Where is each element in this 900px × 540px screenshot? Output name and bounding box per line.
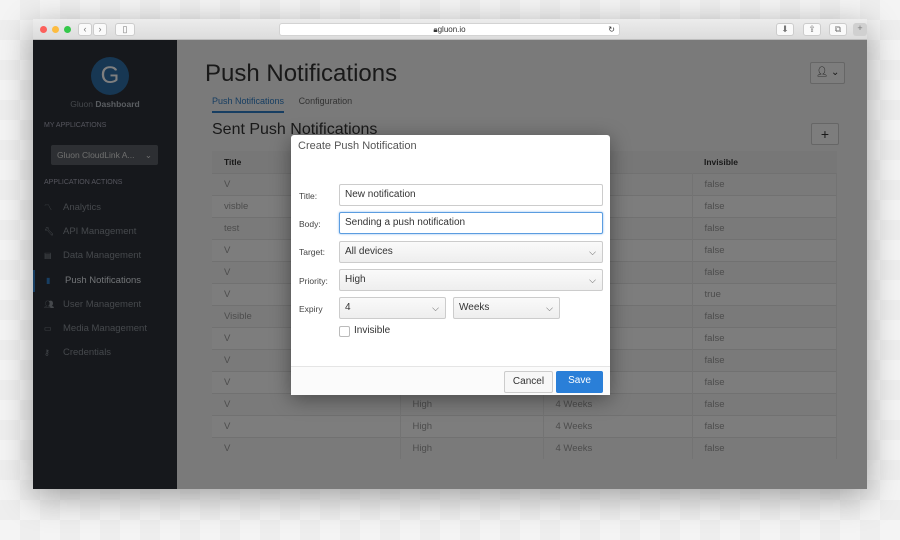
expiry-unit-select[interactable]: Weeks ⌵ xyxy=(453,297,560,319)
minimize-window-button[interactable] xyxy=(52,26,59,33)
cancel-button[interactable]: Cancel xyxy=(504,371,553,393)
expiry-amount-select[interactable]: 4 ⌵ xyxy=(339,297,446,319)
address-bar[interactable]: 🔒︎gluon.io ↻ xyxy=(279,23,620,36)
chevron-down-icon: ⌵ xyxy=(432,303,439,313)
dialog-title: Create Push Notification xyxy=(298,140,417,152)
target-label: Target: xyxy=(299,247,325,257)
chevron-down-icon: ⌵ xyxy=(589,275,596,285)
back-icon[interactable]: ‹ xyxy=(78,23,92,36)
priority-label: Priority: xyxy=(299,276,328,286)
priority-select[interactable]: High ⌵ xyxy=(339,269,603,291)
reload-icon[interactable]: ↻ xyxy=(608,24,615,35)
close-window-button[interactable] xyxy=(40,26,47,33)
expiry-unit-value: Weeks xyxy=(459,302,490,313)
new-tab-icon[interactable]: + xyxy=(853,23,867,36)
title-label: Title: xyxy=(299,191,318,201)
body-label: Body: xyxy=(299,219,321,229)
create-push-notification-dialog: Create Push Notification Title: New noti… xyxy=(291,135,610,395)
expiry-amount-value: 4 xyxy=(345,302,351,313)
invisible-checkbox[interactable] xyxy=(339,326,350,337)
browser-window: ‹ › ▯ 🔒︎gluon.io↻ ⬇ ⇪ ⧉ + G Gluon Dashbo… xyxy=(33,19,867,489)
expiry-label: Expiry xyxy=(299,304,323,314)
chevron-down-icon: ⌵ xyxy=(589,247,596,257)
zoom-window-button[interactable] xyxy=(64,26,71,33)
forward-icon[interactable]: › xyxy=(93,23,107,36)
target-select[interactable]: All devices ⌵ xyxy=(339,241,603,263)
browser-toolbar: ‹ › ▯ 🔒︎gluon.io ↻ ⬇ ⇪ ⧉ + xyxy=(33,19,867,40)
tabs-icon[interactable]: ⧉ xyxy=(829,23,847,36)
share-icon[interactable]: ⇪ xyxy=(803,23,821,36)
download-icon[interactable]: ⬇ xyxy=(776,23,794,36)
priority-value: High xyxy=(345,274,366,285)
body-input[interactable]: Sending a push notification xyxy=(339,212,603,234)
title-input[interactable]: New notification xyxy=(339,184,603,206)
invisible-label[interactable]: Invisible xyxy=(354,325,390,336)
chevron-down-icon: ⌵ xyxy=(546,303,553,313)
url-text: gluon.io xyxy=(437,25,466,34)
save-button[interactable]: Save xyxy=(556,371,603,393)
target-value: All devices xyxy=(345,246,393,257)
dialog-footer: Cancel Save xyxy=(291,366,610,395)
sidebar-toggle-icon[interactable]: ▯ xyxy=(115,23,135,36)
